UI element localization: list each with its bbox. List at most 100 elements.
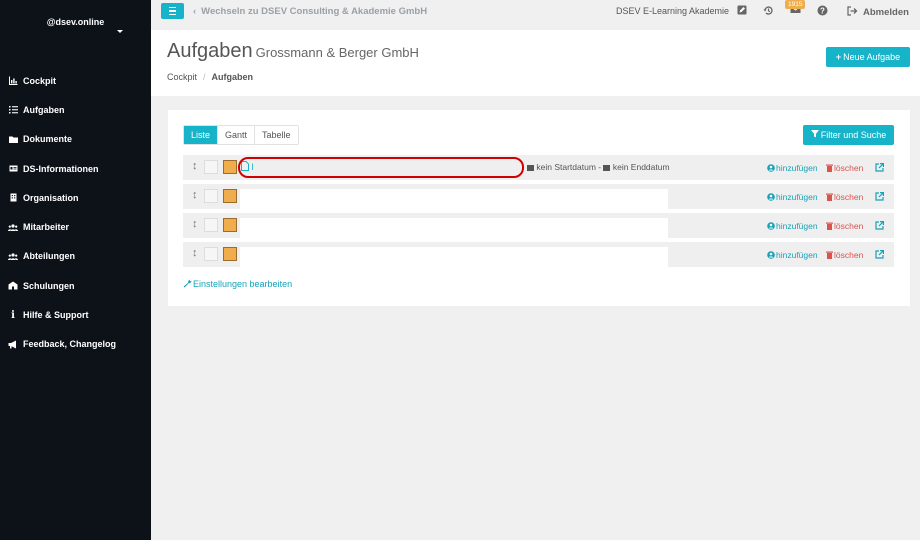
sidebar-item-label: Cockpit: [23, 75, 57, 86]
task-row[interactable]: ↕ hinzufügen löschen: [183, 184, 894, 212]
task-checkbox[interactable]: [204, 218, 218, 232]
new-task-button[interactable]: + Neue Aufgabe: [826, 47, 910, 67]
delete-button[interactable]: löschen: [826, 192, 863, 203]
drag-handle-icon[interactable]: ↕: [192, 218, 198, 230]
company-name: Grossmann & Berger GmbH: [255, 45, 419, 60]
task-dates: kein Startdatum - kein Enddatum: [527, 162, 670, 173]
logout-button[interactable]: Abmelden: [847, 6, 909, 19]
history-icon[interactable]: [763, 5, 774, 16]
tab-tabelle[interactable]: Tabelle: [255, 126, 298, 144]
add-user-button[interactable]: hinzufügen: [767, 163, 818, 174]
task-checkbox[interactable]: [204, 247, 218, 261]
sidebar-item-abteilungen[interactable]: Abteilungen: [0, 242, 151, 271]
sidebar-item-aufgaben[interactable]: Aufgaben: [0, 95, 151, 124]
plus-icon: +: [835, 52, 842, 62]
sidebar-item-feedback[interactable]: Feedback, Changelog: [0, 330, 151, 359]
drag-handle-icon[interactable]: ↕: [192, 160, 198, 172]
task-title[interactable]: [240, 189, 668, 212]
users-icon: [8, 251, 18, 261]
megaphone-icon: [8, 339, 18, 349]
user-circle-icon: [767, 222, 775, 232]
trash-icon: [826, 193, 833, 203]
help-icon[interactable]: ?: [817, 5, 828, 16]
edit-settings-link[interactable]: Einstellungen bearbeiten: [183, 279, 292, 290]
sidebar-item-hilfe[interactable]: i Hilfe & Support: [0, 300, 151, 329]
add-label: hinzufügen: [776, 221, 818, 231]
add-user-button[interactable]: hinzufügen: [767, 250, 818, 261]
open-external-icon[interactable]: [875, 221, 884, 232]
trash-icon: [826, 251, 833, 261]
add-user-button[interactable]: hinzufügen: [767, 221, 818, 232]
task-status-color: [223, 160, 237, 174]
filter-search-button[interactable]: Filter und Suche: [803, 125, 894, 145]
trash-icon: [826, 164, 833, 174]
school-icon: [8, 281, 18, 291]
academy-link[interactable]: DSEV E-Learning Akademie: [616, 6, 729, 16]
breadcrumb-current: Aufgaben: [211, 72, 254, 82]
task-end-date: kein Enddatum: [612, 162, 670, 172]
logout-icon: [847, 6, 858, 19]
sidebar-item-dokumente[interactable]: Dokumente: [0, 125, 151, 154]
task-checkbox[interactable]: [204, 160, 218, 174]
add-user-button[interactable]: hinzufügen: [767, 192, 818, 203]
task-title[interactable]: [240, 247, 668, 270]
folder-icon: [8, 134, 18, 144]
sidebar-item-label: Mitarbeiter: [23, 222, 70, 233]
logout-label: Abmelden: [863, 7, 909, 18]
open-external-icon[interactable]: [875, 250, 884, 261]
chart-icon: [8, 76, 18, 86]
task-status-color: [223, 189, 237, 203]
edit-icon[interactable]: [736, 5, 747, 16]
switch-company-link[interactable]: ‹ Wechseln zu DSEV Consulting & Akademie …: [193, 6, 427, 17]
notification-badge: 1915: [785, 0, 806, 9]
task-status-color: [223, 218, 237, 232]
view-tabs: Liste Gantt Tabelle: [183, 125, 299, 145]
user-circle-icon: [767, 164, 775, 174]
delete-button[interactable]: löschen: [826, 163, 863, 174]
filter-icon: [810, 130, 819, 140]
highlight-annotation: [238, 157, 524, 178]
task-checkbox[interactable]: [204, 189, 218, 203]
sidebar-item-organisation[interactable]: Organisation: [0, 183, 151, 212]
delete-label: löschen: [834, 221, 864, 231]
task-start-date: kein Startdatum: [536, 162, 596, 172]
delete-label: löschen: [834, 163, 864, 173]
building-icon: [8, 193, 18, 203]
sidebar-item-ds-informationen[interactable]: DS-Informationen: [0, 154, 151, 183]
sidebar-item-mitarbeiter[interactable]: Mitarbeiter: [0, 212, 151, 241]
open-external-icon[interactable]: [875, 192, 884, 203]
breadcrumb-home[interactable]: Cockpit: [167, 72, 197, 82]
tab-gantt[interactable]: Gantt: [218, 126, 256, 144]
task-row[interactable]: ↕ hinzufügen löschen: [183, 242, 894, 270]
sidebar-nav: Cockpit Aufgaben Dokumente DS-Informatio…: [0, 66, 151, 359]
delete-button[interactable]: löschen: [826, 221, 863, 232]
user-circle-icon: [767, 251, 775, 261]
user-name[interactable]: @dsev.online: [0, 17, 151, 27]
sidebar-item-label: Feedback, Changelog: [23, 339, 117, 350]
switch-company-label: Wechseln zu DSEV Consulting & Akademie G…: [201, 6, 428, 17]
sidebar-item-label: Schulungen: [23, 280, 75, 291]
trash-icon: [826, 222, 833, 232]
task-status-color: [223, 247, 237, 261]
drag-handle-icon[interactable]: ↕: [192, 247, 198, 259]
task-title[interactable]: [240, 218, 668, 241]
sidebar-item-cockpit[interactable]: Cockpit: [0, 66, 151, 95]
breadcrumb: Cockpit / Aufgaben: [167, 72, 253, 82]
add-label: hinzufügen: [776, 163, 818, 173]
sidebar-item-schulungen[interactable]: Schulungen: [0, 271, 151, 300]
drag-handle-icon[interactable]: ↕: [192, 189, 198, 201]
user-caret-icon[interactable]: [117, 30, 123, 33]
menu-toggle-button[interactable]: [161, 3, 184, 19]
tab-liste[interactable]: Liste: [184, 126, 219, 144]
chevron-left-icon: ‹: [193, 6, 197, 17]
delete-label: löschen: [834, 250, 864, 260]
svg-text:?: ?: [820, 6, 825, 15]
page-header: Aufgaben Grossmann & Berger GmbH Cockpit /…: [151, 30, 920, 96]
open-external-icon[interactable]: [875, 163, 884, 174]
sidebar-item-label: Aufgaben: [23, 104, 65, 115]
calendar-icon: [527, 163, 534, 173]
task-row[interactable]: ↕ hinzufügen löschen: [183, 213, 894, 241]
delete-button[interactable]: löschen: [826, 250, 863, 261]
delete-label: löschen: [834, 192, 864, 202]
users-icon: [8, 222, 18, 232]
